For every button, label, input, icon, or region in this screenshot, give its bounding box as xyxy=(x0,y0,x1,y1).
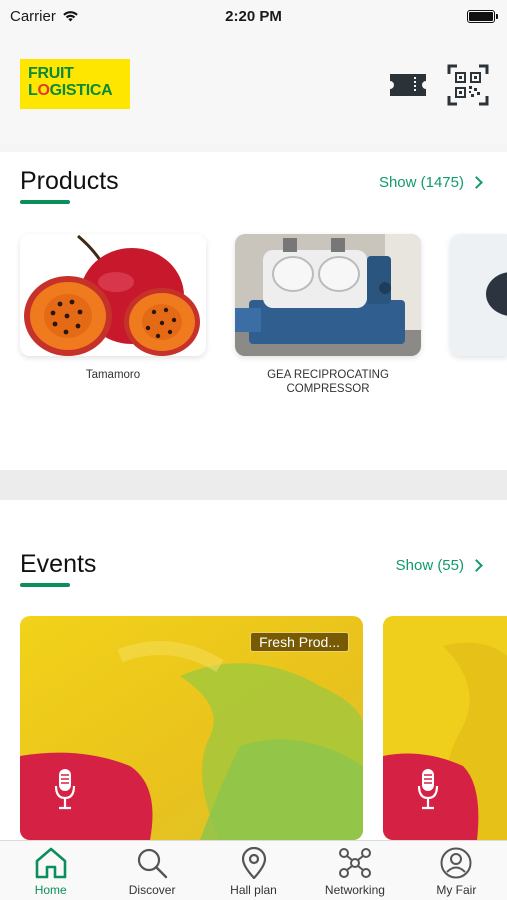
chevron-right-icon xyxy=(470,559,483,572)
tab-home-label: Home xyxy=(34,883,67,897)
header-actions xyxy=(387,64,489,106)
product-name-tamamoro: Tamamoro xyxy=(85,369,141,381)
event-card-partial[interactable] xyxy=(383,616,507,840)
location-pin-icon xyxy=(241,847,266,879)
events-section: Events Show (55) Fresh Prod... xyxy=(0,500,507,840)
tab-discover[interactable]: Discover xyxy=(101,841,202,900)
status-left: Carrier xyxy=(10,8,79,25)
logo-line2: LOGISTICA xyxy=(28,82,113,99)
products-title: Products xyxy=(20,167,119,195)
product-card-partial[interactable] xyxy=(450,234,507,356)
tab-networking[interactable]: Networking xyxy=(304,841,405,900)
products-show-all-link[interactable]: Show (1475) xyxy=(378,174,483,191)
home-icon xyxy=(35,847,67,879)
search-icon xyxy=(138,848,168,879)
tab-networking-label: Networking xyxy=(324,883,385,897)
microphone-icon xyxy=(417,769,439,810)
tab-hall-plan[interactable]: Hall plan xyxy=(203,841,304,900)
tab-discover-label: Discover xyxy=(128,883,176,897)
products-title-underline xyxy=(20,200,70,204)
product-image-compressor xyxy=(235,234,421,356)
products-show-label: Show (1475) xyxy=(378,174,464,191)
chevron-right-icon xyxy=(470,176,483,189)
product-name-gea-compressor: GEA RECIPROCATING COMPRESSOR xyxy=(267,369,389,395)
product-image-partial xyxy=(450,234,507,356)
event-card[interactable]: Fresh Prod... xyxy=(20,616,363,840)
app-header: FRUIT LOGISTICA xyxy=(0,32,507,144)
product-card-tamamoro[interactable] xyxy=(20,234,206,356)
events-title: Events xyxy=(20,550,97,578)
event-category-tag: Fresh Prod... xyxy=(250,632,349,652)
microphone-icon xyxy=(54,769,76,810)
events-show-label: Show (55) xyxy=(395,557,464,574)
events-show-all-link[interactable]: Show (55) xyxy=(395,557,483,574)
qr-code-icon[interactable] xyxy=(447,64,489,106)
ticket-icon[interactable] xyxy=(387,71,429,99)
event-card-background-partial xyxy=(383,616,507,840)
tab-my-fair-label: My Fair xyxy=(436,883,477,897)
carrier-label: Carrier xyxy=(10,7,56,25)
fruit-logistica-logo[interactable]: FRUIT LOGISTICA xyxy=(20,59,130,109)
bottom-tab-bar: Home Discover Hall plan Networking My Fa… xyxy=(0,840,507,900)
wifi-icon xyxy=(63,11,78,22)
battery-icon xyxy=(467,9,498,23)
status-bar: Carrier 2:20 PM xyxy=(0,0,507,32)
user-icon xyxy=(440,847,472,879)
events-title-underline xyxy=(20,583,70,587)
product-image-tamarillo xyxy=(20,234,206,356)
section-divider xyxy=(0,470,507,500)
tab-my-fair[interactable]: My Fair xyxy=(406,841,507,900)
product-card-gea-compressor[interactable] xyxy=(235,234,421,356)
products-section: Products Show (1475) Tamamoro GEA RECIPR… xyxy=(0,152,507,470)
tab-hall-plan-label: Hall plan xyxy=(230,883,277,897)
logo-line1: FRUIT xyxy=(28,65,74,82)
network-icon xyxy=(338,848,371,878)
tab-home[interactable]: Home xyxy=(0,841,101,900)
